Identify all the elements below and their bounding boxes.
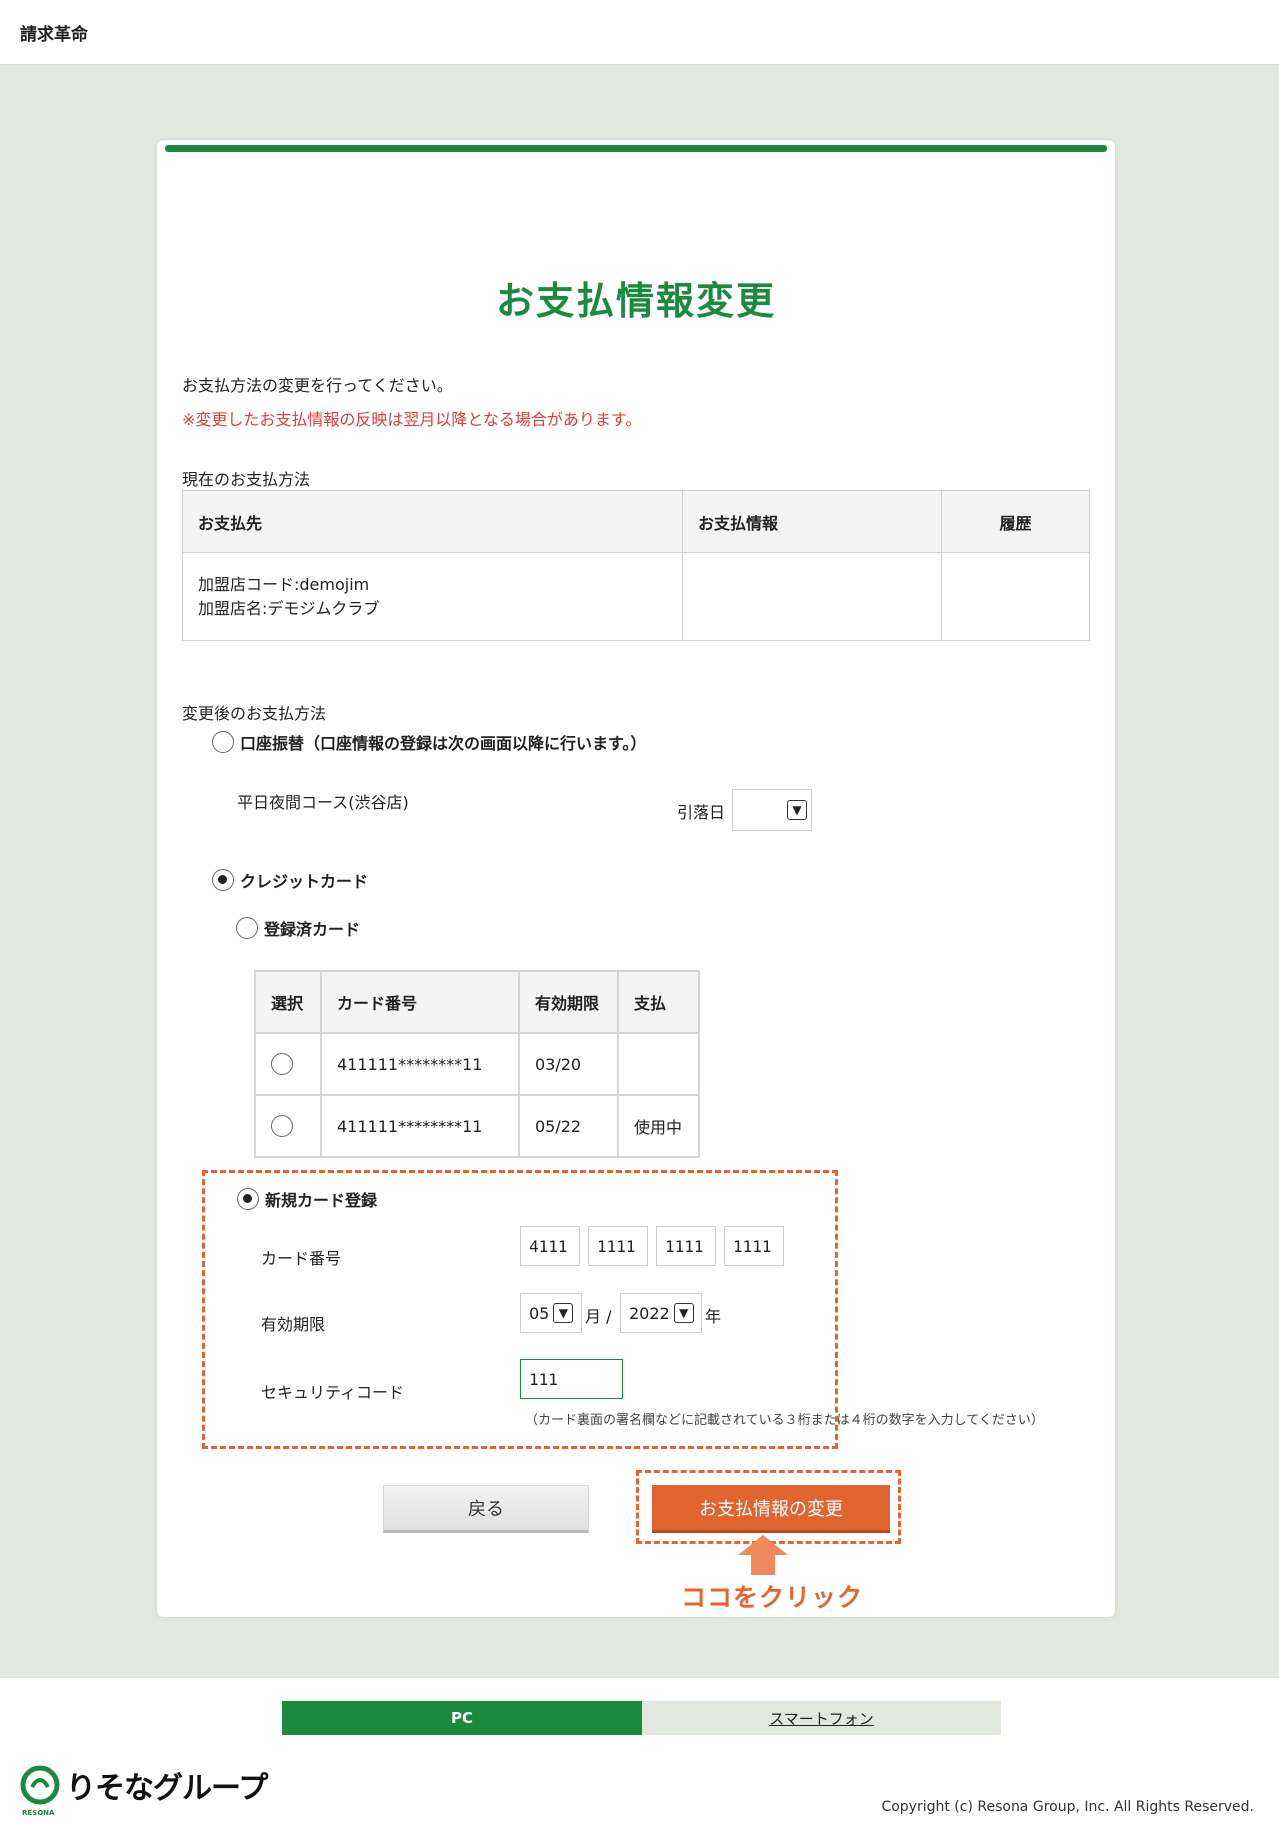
card-number-cell: 411111********11 [320,1094,520,1158]
credit-card-label: クレジットカード [240,872,369,891]
registered-card-radio[interactable] [236,917,258,939]
col-header-payee: お支払先 [182,490,683,553]
view-switch-tabs: PC スマートフォン [282,1701,1001,1735]
expiry-month-value: 05 [529,1303,550,1323]
back-button[interactable]: 戻る [383,1485,589,1533]
card-expiry-cell: 03/20 [518,1032,619,1096]
bank-transfer-option[interactable]: 口座振替（口座情報の登録は次の画面以降に行います。） [212,730,646,754]
card-status-cell [617,1032,700,1096]
col-header-history: 履歴 [941,490,1090,553]
bank-transfer-radio[interactable] [212,731,234,753]
payment-info-cell [682,552,942,641]
payee-cell: 加盟店コード:demojim 加盟店名:デモジムクラブ [182,552,683,641]
page-title: お支払情報変更 [495,279,776,323]
card-select-radio[interactable] [271,1053,293,1075]
brand-name: 請求革命 [20,25,88,45]
debit-day-label: 引落日 [677,803,726,822]
card-accent-line [165,145,1107,152]
new-method-label: 変更後のお支払方法 [182,704,327,723]
expiry-year-value: 2022 [629,1303,670,1323]
intro-text: お支払方法の変更を行ってください。 [182,376,453,395]
new-card-radio[interactable] [237,1188,259,1210]
card-number-label: カード番号 [261,1249,342,1268]
merchant-name: 加盟店名:デモジムクラブ [198,598,380,618]
registered-card-label: 登録済カード [264,920,361,939]
resona-logo: りそなグループ [20,1763,268,1807]
card-number-cell: 411111********11 [320,1032,520,1096]
expiry-label: 有効期限 [261,1315,326,1334]
current-method-label: 現在のお支払方法 [182,470,311,489]
chevron-down-icon: ▼ [553,1303,574,1323]
content-card: お支払情報変更 お支払方法の変更を行ってください。 ※変更したお支払情報の反映は… [157,140,1115,1617]
debit-day-select[interactable]: ▼ [732,789,812,831]
expiry-year-select[interactable]: 2022 ▼ [620,1293,702,1333]
bank-transfer-label: 口座振替（口座情報の登録は次の画面以降に行います。） [240,734,647,753]
card-number-field-4[interactable]: 1111 [724,1226,784,1266]
tab-smartphone[interactable]: スマートフォン [642,1701,1001,1735]
select-cell [254,1094,322,1158]
top-bar: 請求革命 [0,0,1279,65]
card-expiry-cell: 05/22 [518,1094,619,1158]
table-row: 411111********11 05/22 使用中 [254,1094,700,1158]
merchant-code: 加盟店コード:demojim [198,574,370,594]
registered-cards-table: 選択 カード番号 有効期限 支払 411111********11 03/20 … [254,970,700,1158]
new-card-option[interactable]: 新規カード登録 [237,1187,377,1211]
card-number-field-2[interactable]: 1111 [588,1226,648,1266]
expiry-month-select[interactable]: 05 ▼ [520,1293,582,1333]
credit-card-radio[interactable] [212,869,234,891]
up-arrow-icon [738,1535,788,1575]
chevron-down-icon: ▼ [673,1303,694,1323]
col-header-expiry: 有効期限 [518,970,619,1034]
col-header-payment: 支払 [617,970,700,1034]
course-name: 平日夜間コース(渋谷店) [237,793,409,812]
new-card-label: 新規カード登録 [265,1191,378,1210]
registered-card-option[interactable]: 登録済カード [236,916,360,940]
month-unit: 月 / [585,1307,612,1326]
current-method-table: お支払先 お支払情報 履歴 加盟店コード:demojim 加盟店名:デモジムクラ… [182,490,1090,641]
history-cell [941,552,1090,641]
change-payment-button[interactable]: お支払情報の変更 [652,1485,890,1533]
col-header-select: 選択 [254,970,322,1034]
chevron-down-icon: ▼ [787,800,807,820]
year-unit: 年 [705,1307,722,1326]
logo-subtext: RESONA [22,1809,55,1817]
select-cell [254,1032,322,1096]
click-here-callout: ココをクリック [681,1583,864,1612]
security-code-hint: （カード裏面の署名欄などに記載されている３桁または４桁の数字を入力してください） [525,1413,1044,1428]
credit-card-option[interactable]: クレジットカード [212,868,368,892]
security-code-field[interactable]: 111 [520,1359,623,1399]
tab-pc[interactable]: PC [282,1701,642,1735]
logo-text: りそなグループ [66,1771,268,1806]
table-row: 加盟店コード:demojim 加盟店名:デモジムクラブ [182,552,1090,641]
table-row: 411111********11 03/20 [254,1032,700,1096]
card-number-field-1[interactable]: 4111 [520,1226,580,1266]
col-header-card-number: カード番号 [320,970,520,1034]
copyright: Copyright (c) Resona Group, Inc. All Rig… [881,1799,1254,1815]
col-header-payment-info: お支払情報 [682,490,942,553]
card-number-field-3[interactable]: 1111 [656,1226,716,1266]
card-select-radio[interactable] [271,1115,293,1137]
security-code-label: セキュリティコード [261,1383,405,1402]
resona-logo-icon [20,1765,60,1805]
notice-text: ※変更したお支払情報の反映は翌月以降となる場合があります。 [182,410,642,429]
card-status-cell: 使用中 [617,1094,700,1158]
